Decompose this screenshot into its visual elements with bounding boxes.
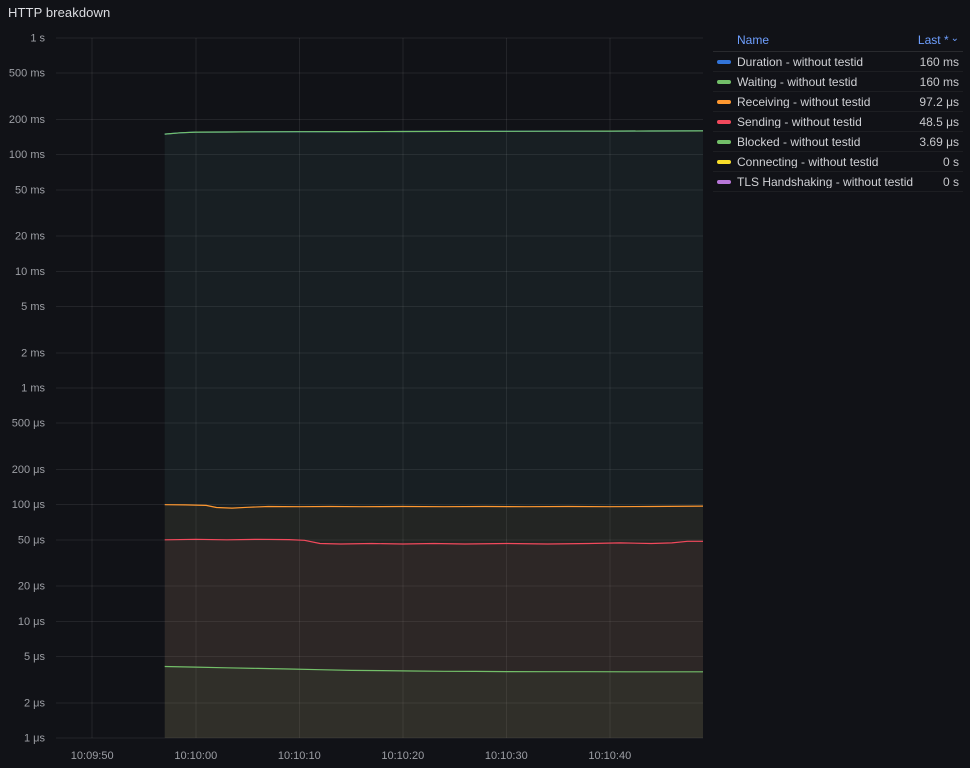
series-label[interactable]: Waiting - without testid	[737, 76, 914, 88]
svg-text:10 μs: 10 μs	[18, 616, 46, 628]
series-color-swatch[interactable]	[717, 120, 731, 124]
series-last-value: 3.69 μs	[919, 136, 959, 148]
series-label[interactable]: Connecting - without testid	[737, 156, 937, 168]
svg-text:100 μs: 100 μs	[12, 499, 46, 511]
legend-row: Receiving - without testid 97.2 μs	[713, 92, 963, 112]
series-last-value: 160 ms	[920, 76, 959, 88]
svg-text:10:10:00: 10:10:00	[174, 750, 217, 762]
legend-header: Name Last * ⌄	[713, 31, 963, 52]
svg-text:1 ms: 1 ms	[21, 383, 45, 395]
svg-text:1 μs: 1 μs	[24, 733, 46, 745]
svg-text:500 ms: 500 ms	[9, 68, 46, 80]
series-label[interactable]: Receiving - without testid	[737, 96, 913, 108]
svg-text:200 μs: 200 μs	[12, 464, 46, 476]
sort-desc-icon: ⌄	[951, 34, 959, 44]
legend-column-last-label: Last *	[918, 34, 949, 46]
svg-text:2 μs: 2 μs	[24, 697, 46, 709]
svg-text:10:10:30: 10:10:30	[485, 750, 528, 762]
legend-table: Name Last * ⌄ Duration - without testid 1…	[713, 31, 963, 192]
series-last-value: 0 s	[943, 176, 959, 188]
svg-text:10:10:40: 10:10:40	[588, 750, 631, 762]
svg-text:2 ms: 2 ms	[21, 347, 45, 359]
svg-text:10 ms: 10 ms	[15, 266, 45, 278]
svg-text:10:10:10: 10:10:10	[278, 750, 321, 762]
series-last-value: 48.5 μs	[919, 116, 959, 128]
svg-text:1 s: 1 s	[30, 33, 45, 45]
legend-row: Duration - without testid 160 ms	[713, 52, 963, 72]
svg-text:10:10:20: 10:10:20	[381, 750, 424, 762]
legend-row: Connecting - without testid 0 s	[713, 152, 963, 172]
series-color-swatch[interactable]	[717, 180, 731, 184]
series-color-swatch[interactable]	[717, 140, 731, 144]
svg-text:5 ms: 5 ms	[21, 301, 45, 313]
series-label[interactable]: Duration - without testid	[737, 56, 914, 68]
series-color-swatch[interactable]	[717, 160, 731, 164]
svg-text:20 ms: 20 ms	[15, 231, 45, 243]
svg-text:500 μs: 500 μs	[12, 418, 46, 430]
series-last-value: 160 ms	[920, 56, 959, 68]
svg-text:20 μs: 20 μs	[18, 581, 46, 593]
series-last-value: 0 s	[943, 156, 959, 168]
series-label[interactable]: Blocked - without testid	[737, 136, 913, 148]
legend-rows: Duration - without testid160 msWaiting -…	[713, 52, 963, 192]
legend-row: Waiting - without testid 160 ms	[713, 72, 963, 92]
svg-text:10:09:50: 10:09:50	[71, 750, 114, 762]
legend-row: Blocked - without testid 3.69 μs	[713, 132, 963, 152]
series-label[interactable]: Sending - without testid	[737, 116, 913, 128]
legend-row: TLS Handshaking - without testid 0 s	[713, 172, 963, 192]
svg-text:5 μs: 5 μs	[24, 651, 46, 663]
svg-text:200 ms: 200 ms	[9, 114, 46, 126]
series-last-value: 97.2 μs	[919, 96, 959, 108]
series-color-swatch[interactable]	[717, 60, 731, 64]
series-color-swatch[interactable]	[717, 80, 731, 84]
legend-row: Sending - without testid 48.5 μs	[713, 112, 963, 132]
svg-text:50 ms: 50 ms	[15, 184, 45, 196]
legend-column-last[interactable]: Last * ⌄	[918, 34, 959, 46]
svg-text:50 μs: 50 μs	[18, 534, 46, 546]
legend-column-name[interactable]: Name	[737, 34, 769, 46]
series-color-swatch[interactable]	[717, 100, 731, 104]
svg-text:100 ms: 100 ms	[9, 149, 46, 161]
series-label[interactable]: TLS Handshaking - without testid	[737, 176, 937, 188]
